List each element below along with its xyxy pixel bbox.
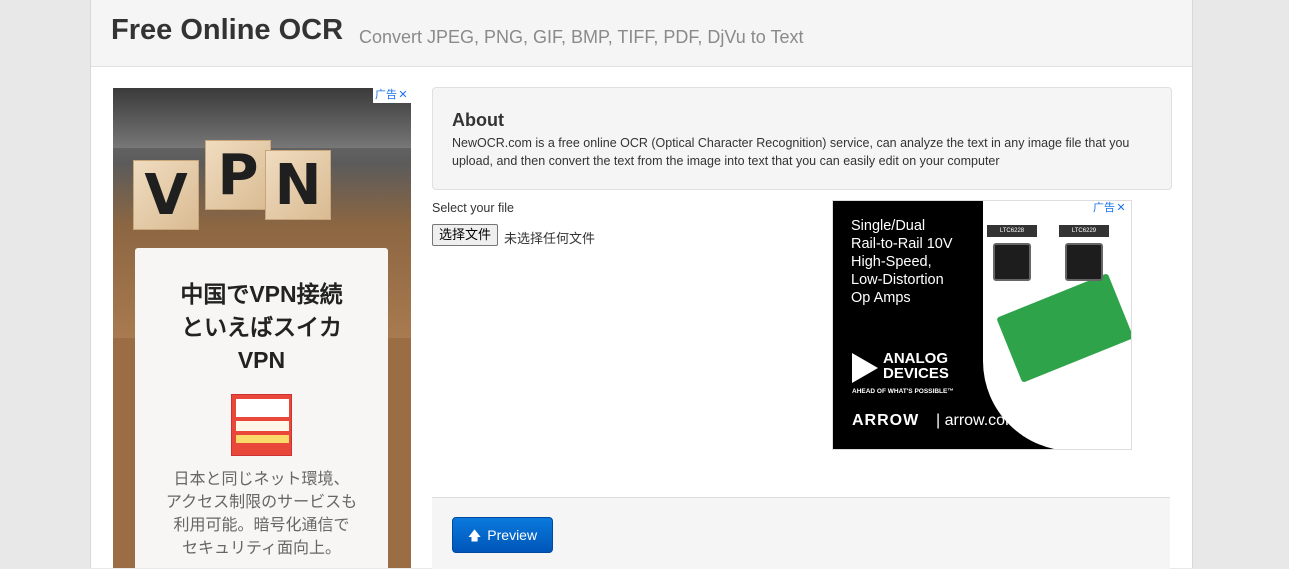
ad-body-text: 日本と同じネット環境、 アクセス制限のサービスも 利用可能。暗号化通信で セキュ… [135,468,388,560]
ad-body-line: 日本と同じネット環境、 [173,471,350,488]
ad-headline-line: Rail-to-Rail 10V [851,236,953,252]
logo-line: DEVICES [883,365,949,382]
analog-devices-logo-icon [852,353,878,383]
left-ad-banner[interactable]: V P N 广告✕ 中国でVPN接続 といえばスイカ VPN 日本と同じネット環… [113,88,411,568]
ad-choices-badge[interactable]: 广告✕ [373,88,411,103]
preview-button[interactable]: 🡅 Preview [452,517,553,553]
ad-headline-line: Op Amps [851,290,911,306]
ad-headline-line: Single/Dual [851,218,926,234]
chip-ltc6228-image: LTC6228 [987,225,1037,281]
ad-choices-label: 广告 [375,89,397,101]
ad-card: 中国でVPN接続 といえばスイカ VPN 日本と同じネット環境、 アクセス制限の… [135,248,388,568]
right-ad-banner[interactable]: LTC6228 LTC6229 Single/Dual Rail-to-Rail… [832,200,1132,450]
ad-headline-line: VPN [237,347,286,373]
about-description: NewOCR.com is a free online OCR (Optical… [452,136,1130,168]
close-icon[interactable]: ✕ [397,88,409,103]
ad-url: | arrow.com [936,412,1019,429]
chip-ltc6229-image: LTC6229 [1059,225,1109,281]
site-subtitle: Convert JPEG, PNG, GIF, BMP, TIFF, PDF, … [359,27,804,47]
ad-laptop-image [113,88,411,148]
ad-cube-v: V [133,160,199,230]
choose-file-button[interactable]: 选择文件 [432,224,498,246]
ad-tagline: AHEAD OF WHAT'S POSSIBLE™ [852,388,954,395]
action-panel: 🡅 Preview [432,497,1170,569]
ad-headline: Single/Dual Rail-to-Rail 10V High-Speed,… [851,217,953,307]
about-heading: About [452,110,504,130]
ad-cube-n: N [265,150,331,220]
analog-devices-logo-text: ANALOG DEVICES [883,351,949,381]
ad-headline-line: Low-Distortion [851,272,944,288]
ad-body-line: 利用可能。暗号化通信で [173,517,350,534]
preview-label: Preview [487,527,538,543]
ad-body-line: セキュリティ面向上。 [181,540,342,557]
about-panel: About NewOCR.com is a free online OCR (O… [432,87,1172,190]
arrow-up-icon: 🡅 [467,528,482,543]
close-icon[interactable]: ✕ [1115,201,1127,216]
page-container: Free Online OCR Convert JPEG, PNG, GIF, … [90,0,1193,569]
ad-headline-line: High-Speed, [851,254,932,270]
file-status-text: 未选择任何文件 [504,231,596,246]
ad-headline: 中国でVPN接続 といえばスイカ VPN [135,278,388,377]
page-header: Free Online OCR Convert JPEG, PNG, GIF, … [91,0,1192,67]
ad-cube-p: P [205,140,271,210]
ad-thumbnail-image [231,394,292,456]
site-title[interactable]: Free Online OCR [111,14,343,47]
select-file-label: Select your file [432,201,514,215]
ad-body-line: アクセス制限のサービスも [165,494,358,511]
ad-choices-badge[interactable]: 广告✕ [1091,201,1129,216]
chip-label: LTC6228 [987,225,1037,237]
logo-line: ANALOG [883,350,948,367]
ad-headline-line: 中国でVPN接続 [180,281,343,307]
ad-choices-label: 广告 [1093,202,1115,214]
arrow-logo: ARROW [852,412,920,429]
ad-headline-line: といえばスイカ [181,314,342,340]
chip-label: LTC6229 [1059,225,1109,237]
